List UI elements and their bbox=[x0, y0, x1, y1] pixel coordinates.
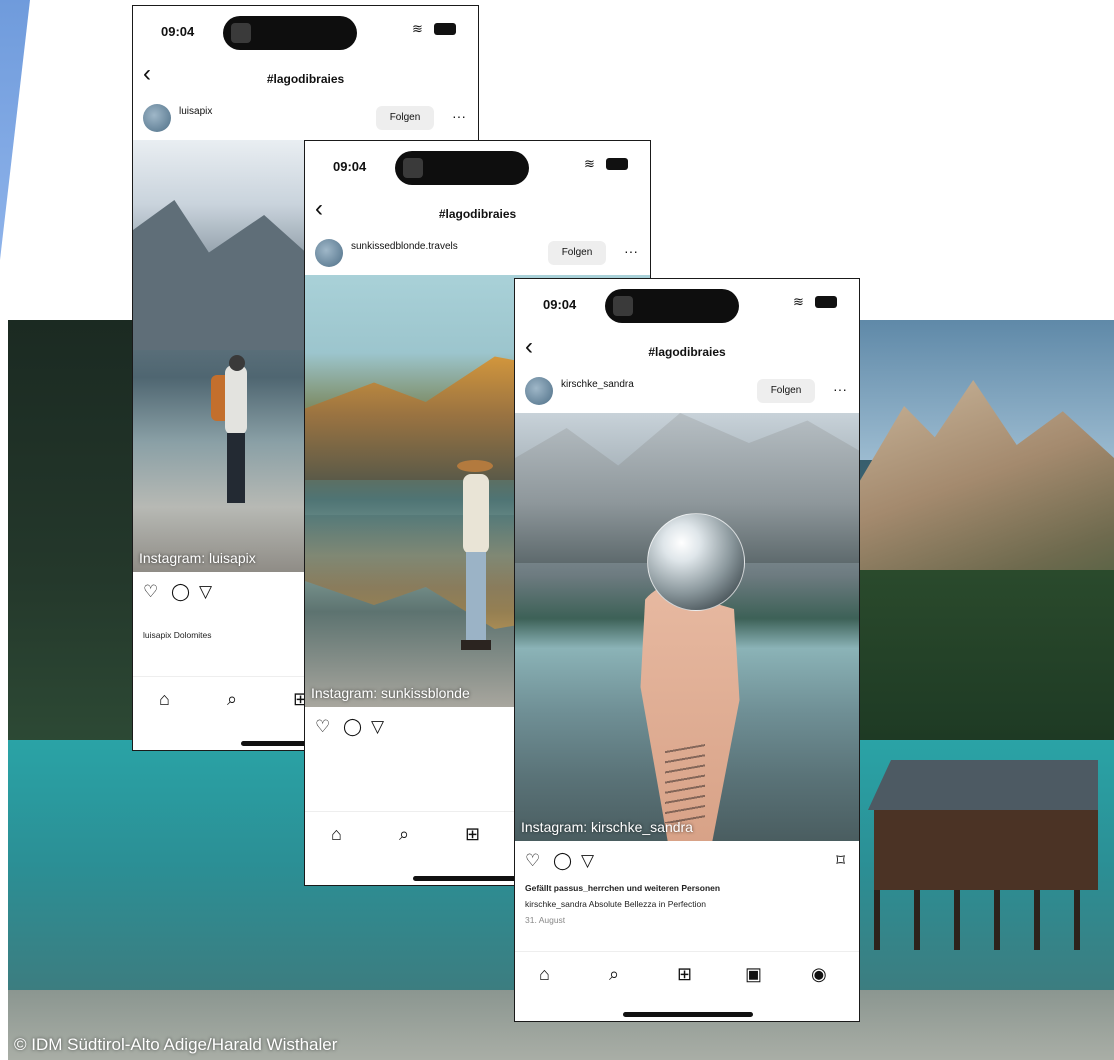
comment-icon[interactable]: ◯ bbox=[171, 582, 190, 602]
post-header: luisapix Folgen ··· bbox=[133, 98, 478, 140]
hiker-head bbox=[229, 355, 245, 371]
send-icon[interactable]: ▽ bbox=[199, 582, 212, 602]
profile-icon[interactable]: ◉ bbox=[811, 964, 827, 984]
woman-boots bbox=[461, 640, 491, 650]
forest-left bbox=[8, 320, 148, 750]
home-icon[interactable]: ⌂ bbox=[159, 689, 170, 709]
boathouse bbox=[868, 760, 1098, 950]
post-photo: Instagram: kirschke_sandra bbox=[515, 413, 859, 841]
photo-credit-label: Instagram: kirschke_sandra bbox=[521, 819, 693, 835]
battery-icon bbox=[815, 296, 837, 308]
status-time: 09:04 bbox=[543, 297, 577, 312]
comment-icon[interactable]: ◯ bbox=[343, 717, 362, 737]
post-username[interactable]: sunkissedblonde.travels bbox=[351, 241, 458, 252]
hashtag-header: ‹ #lagodibraies bbox=[515, 329, 859, 369]
post-username[interactable]: luisapix bbox=[179, 106, 212, 117]
hashtag-header: ‹ #lagodibraies bbox=[133, 56, 478, 96]
caption-text: kirschke_sandra Absolute Bellezza in Per… bbox=[525, 899, 706, 909]
avatar[interactable] bbox=[315, 239, 343, 267]
search-icon[interactable]: ⌕ bbox=[227, 689, 237, 709]
battery-icon bbox=[434, 23, 456, 35]
hashtag-title: #lagodibraies bbox=[648, 345, 726, 359]
send-icon[interactable]: ▽ bbox=[371, 717, 384, 737]
home-indicator bbox=[623, 1012, 753, 1017]
wifi-icon: ≋ bbox=[793, 294, 804, 309]
more-icon[interactable]: ··· bbox=[833, 381, 847, 397]
comment-icon[interactable]: ◯ bbox=[553, 851, 572, 871]
photo-credit-label: Instagram: sunkissblonde bbox=[311, 685, 470, 701]
avatar[interactable] bbox=[143, 104, 171, 132]
wifi-icon: ≋ bbox=[584, 156, 595, 171]
reels-icon[interactable]: ▣ bbox=[745, 964, 762, 984]
woman-body bbox=[463, 474, 489, 554]
status-bar: 09:04 ≋ bbox=[305, 141, 650, 191]
follow-button[interactable]: Folgen bbox=[376, 106, 434, 130]
photo-hiker bbox=[211, 355, 255, 505]
camera-icon bbox=[403, 158, 423, 178]
more-icon[interactable]: ··· bbox=[452, 108, 466, 124]
dynamic-island bbox=[395, 151, 529, 185]
status-time: 09:04 bbox=[161, 24, 195, 39]
status-bar: 09:04 ≋ bbox=[515, 279, 859, 329]
heart-icon[interactable]: ♡ bbox=[315, 717, 330, 737]
post-date: 31. August bbox=[525, 915, 566, 925]
camera-icon bbox=[231, 23, 251, 43]
hiker-body bbox=[225, 365, 247, 435]
hashtag-title: #lagodibraies bbox=[438, 207, 517, 221]
post-actions: ♡ ◯ ▽ ⌑ bbox=[515, 847, 859, 877]
more-icon[interactable]: ··· bbox=[624, 243, 638, 259]
send-icon[interactable]: ▽ bbox=[581, 851, 594, 871]
photo-woman bbox=[453, 460, 497, 650]
photo-credit: © IDM Südtirol-Alto Adige/Harald Wisthal… bbox=[14, 1035, 338, 1054]
plus-square-icon[interactable]: ⊞ bbox=[465, 824, 480, 844]
woman-legs bbox=[466, 552, 486, 642]
bookmark-icon[interactable]: ⌑ bbox=[836, 851, 845, 871]
boathouse-roof bbox=[868, 760, 1098, 810]
post-header: sunkissedblonde.travels Folgen ··· bbox=[305, 233, 650, 275]
caption-text: luisapix Dolomites bbox=[143, 630, 212, 640]
post-username[interactable]: kirschke_sandra bbox=[561, 379, 634, 390]
follow-button[interactable]: Folgen bbox=[548, 241, 606, 265]
boathouse-body bbox=[874, 810, 1098, 890]
home-icon[interactable]: ⌂ bbox=[331, 824, 342, 844]
hashtag-title: #lagodibraies bbox=[266, 72, 345, 86]
dynamic-island bbox=[605, 289, 739, 323]
search-icon[interactable]: ⌕ bbox=[609, 964, 619, 984]
dynamic-island bbox=[223, 16, 357, 50]
phone-screenshot-3: 09:04 ≋ ‹ #lagodibraies kirschke_sandra … bbox=[514, 278, 860, 1022]
status-time: 09:04 bbox=[333, 159, 367, 174]
hiker-legs bbox=[227, 433, 245, 503]
battery-icon bbox=[606, 158, 628, 170]
avatar[interactable] bbox=[525, 377, 553, 405]
tab-bar: ⌂ ⌕ ⊞ ▣ ◉ bbox=[515, 951, 859, 1001]
post-header: kirschke_sandra Folgen ··· bbox=[515, 371, 859, 413]
hashtag-header: ‹ #lagodibraies bbox=[305, 191, 650, 231]
photo-crystal-ball bbox=[647, 513, 745, 611]
forest-right bbox=[858, 570, 1114, 740]
photo-credit-label: Instagram: luisapix bbox=[139, 550, 256, 566]
plus-square-icon[interactable]: ⊞ bbox=[677, 964, 692, 984]
heart-icon[interactable]: ♡ bbox=[143, 582, 158, 602]
heart-icon[interactable]: ♡ bbox=[525, 851, 540, 871]
hat bbox=[457, 460, 493, 472]
likes-text: Gefällt passus_herrchen und weiteren Per… bbox=[525, 883, 721, 893]
accent-bar bbox=[0, 0, 30, 260]
boathouse-stilts bbox=[874, 890, 1098, 950]
status-bar: 09:04 ≋ bbox=[133, 6, 478, 56]
home-icon[interactable]: ⌂ bbox=[539, 964, 550, 984]
search-icon[interactable]: ⌕ bbox=[399, 824, 409, 844]
camera-icon bbox=[613, 296, 633, 316]
follow-button[interactable]: Folgen bbox=[757, 379, 815, 403]
wifi-icon: ≋ bbox=[412, 21, 423, 36]
photo-tattoo bbox=[665, 743, 705, 823]
